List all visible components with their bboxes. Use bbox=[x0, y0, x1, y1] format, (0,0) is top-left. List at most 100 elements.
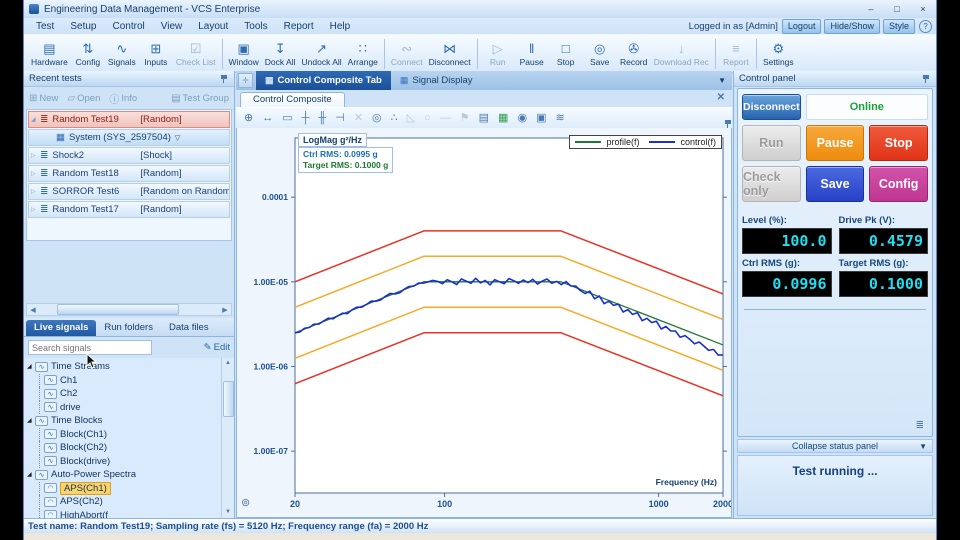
tree-item-block-ch1[interactable]: ∿ Block(Ch1) bbox=[39, 427, 221, 441]
expander-icon[interactable]: ◢ bbox=[27, 471, 35, 478]
refresh-3d-icon[interactable]: ≋ bbox=[555, 113, 564, 124]
expander-icon[interactable]: ◢ bbox=[31, 116, 39, 123]
collapse-status-panel[interactable]: Collapse status panel ▼ bbox=[737, 439, 933, 453]
expander-icon[interactable]: ▷ bbox=[31, 152, 39, 159]
dropdown-icon[interactable]: ▽ bbox=[175, 134, 180, 142]
test-row-shock2[interactable]: ▷ ≣ Shock2 [Shock] bbox=[28, 147, 230, 164]
tab-control-composite[interactable]: Control Composite bbox=[240, 92, 345, 107]
tab-data-files[interactable]: Data files bbox=[161, 320, 217, 336]
toolbar-undock-all-button[interactable]: ↗ Undock All bbox=[299, 40, 345, 68]
scatter-icon[interactable]: ∴ bbox=[391, 113, 398, 124]
plot-nav-icon[interactable]: ⊚ bbox=[241, 496, 250, 509]
float-window-button[interactable]: ✛ bbox=[238, 73, 253, 88]
test-row-random-test17[interactable]: ▷ ≣ Random Test17 [Random] bbox=[28, 201, 230, 218]
info-test-button[interactable]: ⓘ Info bbox=[109, 91, 137, 106]
menu-view[interactable]: View bbox=[153, 21, 191, 32]
list-icon[interactable]: ≣ bbox=[916, 420, 924, 431]
scroll-down-icon[interactable]: ▼ bbox=[222, 507, 234, 518]
toolbar-dock-all-button[interactable]: ↧ Dock All bbox=[262, 40, 299, 68]
tree-item-time-streams[interactable]: ◢ ∿ Time Streams bbox=[27, 360, 221, 374]
minimize-button[interactable]: – bbox=[858, 2, 884, 17]
menu-report[interactable]: Report bbox=[276, 21, 322, 32]
new-test-button[interactable]: ⊞ New bbox=[29, 93, 58, 104]
toolbar-pause-button[interactable]: ‖ Pause bbox=[515, 40, 549, 68]
close-icon[interactable]: ✕ bbox=[717, 93, 725, 103]
cursor-icon[interactable]: ┼ bbox=[302, 113, 310, 124]
toolbar-config-button[interactable]: ⇅ Config bbox=[71, 40, 105, 68]
test-group-test-button[interactable]: ▤ Test Group bbox=[171, 93, 229, 104]
toolbar-disconnect-button[interactable]: ⋈ Disconnect bbox=[426, 40, 474, 68]
stop-button[interactable]: Stop bbox=[869, 125, 928, 161]
disconnect-button[interactable]: Disconnect bbox=[742, 94, 801, 120]
toolbar-record-button[interactable]: ✇ Record bbox=[617, 40, 651, 68]
marker-label-icon[interactable]: ◎ bbox=[372, 113, 382, 124]
toolbar-arrange-button[interactable]: ∷ Arrange bbox=[345, 40, 381, 68]
menu-layout[interactable]: Layout bbox=[190, 21, 236, 32]
horizontal-scrollbar[interactable]: ◀ ▶ bbox=[26, 303, 232, 316]
edit-link[interactable]: ✎ Edit bbox=[204, 342, 230, 353]
expander-icon[interactable]: ▷ bbox=[31, 188, 39, 195]
harmonic-cursor-icon[interactable]: ╫ bbox=[318, 113, 326, 124]
expander-icon[interactable]: ▷ bbox=[31, 170, 39, 177]
tree-item-drive[interactable]: ∿ drive bbox=[39, 400, 221, 414]
scroll-left-icon[interactable]: ◀ bbox=[27, 306, 39, 314]
chevron-down-icon[interactable]: ▼ bbox=[718, 76, 732, 85]
toolbar-save-button[interactable]: ◎ Save bbox=[583, 40, 617, 68]
excel-export-icon[interactable]: ▦ bbox=[498, 113, 508, 124]
tab-run-folders[interactable]: Run folders bbox=[96, 320, 161, 336]
peak-marker-icon[interactable]: ⊣ bbox=[335, 113, 345, 124]
menu-help[interactable]: Help bbox=[322, 21, 359, 32]
expander-icon[interactable]: ◢ bbox=[27, 363, 35, 370]
tree-item-ch2[interactable]: ∿ Ch2 bbox=[39, 387, 221, 401]
toolbar-settings-button[interactable]: ⚙ Settings bbox=[760, 40, 797, 68]
expander-icon[interactable]: ◢ bbox=[27, 417, 35, 424]
snapshot-icon[interactable]: ◉ bbox=[517, 113, 527, 124]
test-row-random-test19[interactable]: ◢ ≣ Random Test19 [Random] bbox=[28, 111, 230, 128]
test-row-sorror-test6[interactable]: ▷≣SORROR Test6 [Random on Random and Sin bbox=[28, 183, 230, 200]
tree-item-aps-ch1[interactable]: ◠ APS(Ch1) bbox=[39, 481, 221, 495]
help-icon[interactable]: ? bbox=[919, 19, 932, 33]
close-button[interactable]: × bbox=[910, 2, 936, 17]
tree-item-highabort-f[interactable]: ◠ HighAbort(f bbox=[39, 508, 221, 518]
toolbar-stop-button[interactable]: □ Stop bbox=[549, 40, 583, 68]
style-button[interactable]: Style bbox=[882, 18, 915, 34]
tree-item-block-ch2[interactable]: ∿ Block(Ch2) bbox=[39, 441, 221, 455]
toolbar-hardware-button[interactable]: ▤ Hardware bbox=[28, 40, 71, 68]
tree-item-aps-ch2[interactable]: ◠ APS(Ch2) bbox=[39, 495, 221, 509]
fit-icon[interactable]: ↔ bbox=[262, 113, 273, 124]
pause-button[interactable]: Pause bbox=[805, 125, 865, 161]
scrollbar-thumb[interactable] bbox=[57, 304, 179, 315]
menu-setup[interactable]: Setup bbox=[62, 21, 104, 32]
menu-tools[interactable]: Tools bbox=[236, 21, 275, 32]
annotate-icon[interactable]: ▤ bbox=[479, 113, 489, 124]
tree-item-ch1[interactable]: ∿ Ch1 bbox=[39, 373, 221, 387]
toolbar-window-button[interactable]: ▣ Window bbox=[226, 40, 262, 68]
scroll-up-icon[interactable]: ▲ bbox=[222, 358, 234, 369]
expander-icon[interactable]: ▷ bbox=[31, 206, 39, 213]
tab-live-signals[interactable]: Live signals bbox=[26, 320, 97, 336]
tree-item-block-drive[interactable]: ∿ Block(drive) bbox=[39, 454, 221, 468]
open-test-button[interactable]: ▱ Open bbox=[67, 93, 100, 104]
tab-control-composite-tab[interactable]: ▦ Control Composite Tab bbox=[256, 71, 391, 90]
menu-test[interactable]: Test bbox=[28, 21, 62, 32]
logout-button[interactable]: Logout bbox=[781, 18, 822, 34]
tree-item-auto-power-spectra[interactable]: ◢ ∿ Auto-Power Spectra bbox=[27, 468, 221, 482]
vertical-scrollbar[interactable]: ▲ ▼ bbox=[221, 358, 234, 518]
scroll-right-icon[interactable]: ▶ bbox=[219, 306, 231, 314]
scrollbar-thumb[interactable] bbox=[222, 381, 234, 417]
toolbar-inputs-button[interactable]: ⊞ Inputs bbox=[139, 40, 173, 68]
pin-icon[interactable] bbox=[922, 74, 931, 84]
hide-show-button[interactable]: Hide/Show bbox=[824, 18, 880, 34]
maximize-button[interactable]: □ bbox=[884, 2, 910, 17]
pin-icon[interactable] bbox=[220, 74, 229, 84]
config-button[interactable]: Config bbox=[869, 166, 928, 202]
save-plot-icon[interactable]: ▣ bbox=[536, 113, 546, 124]
save-button[interactable]: Save bbox=[805, 166, 865, 202]
zoom-icon[interactable]: ⊕ bbox=[244, 113, 253, 124]
tree-item-time-blocks[interactable]: ◢ ∿ Time Blocks bbox=[27, 414, 221, 428]
toolbar-signals-button[interactable]: ∿ Signals bbox=[105, 40, 139, 68]
system-row[interactable]: ▦ System (SYS_2597504) ▽ bbox=[28, 129, 230, 146]
menu-control[interactable]: Control bbox=[104, 21, 152, 32]
card-icon[interactable]: ▭ bbox=[282, 113, 292, 124]
test-row-random-test18[interactable]: ▷ ≣ Random Test18 [Random] bbox=[28, 165, 230, 182]
